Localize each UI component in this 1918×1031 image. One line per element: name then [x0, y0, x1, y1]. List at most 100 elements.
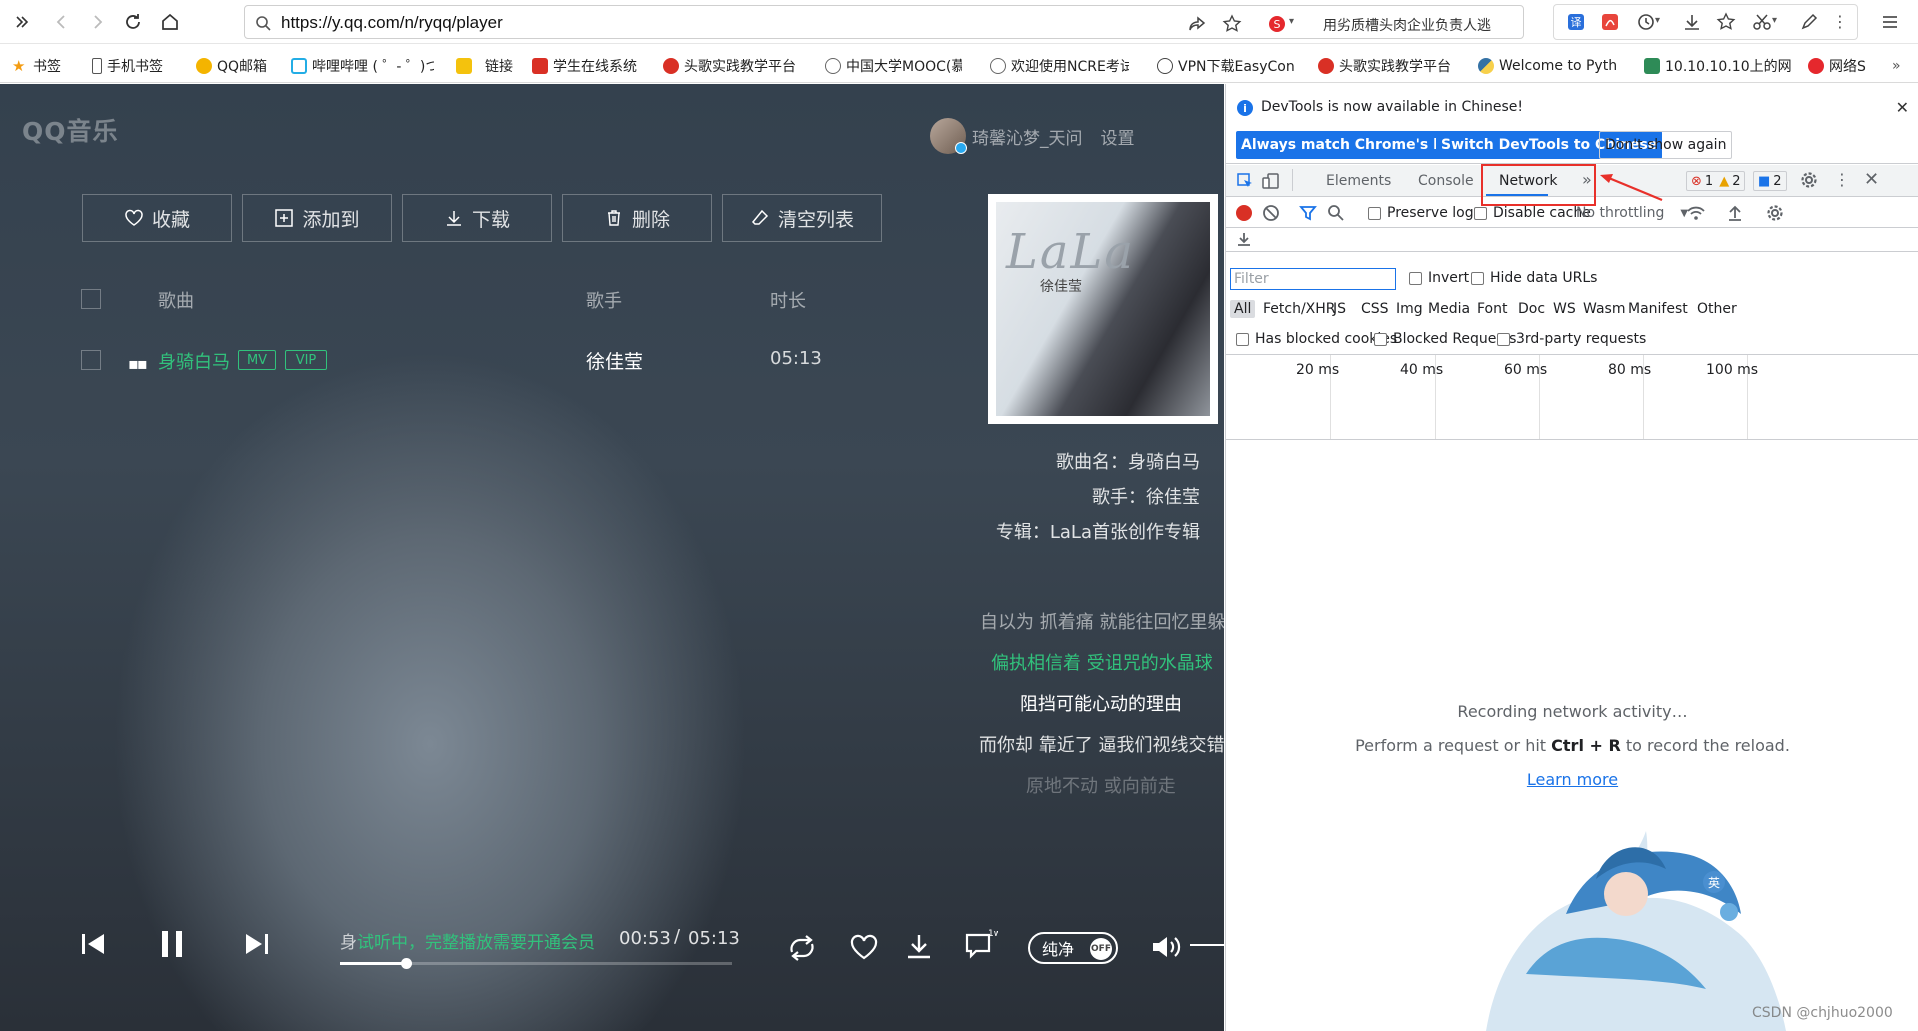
url-text[interactable]: https://y.qq.com/n/ryqq/player [281, 13, 503, 33]
download-song-icon[interactable] [905, 932, 933, 960]
download-button[interactable]: 下载 [402, 194, 552, 242]
pure-mode-toggle[interactable]: 纯净 OFF [1028, 932, 1118, 964]
type-filter-img[interactable]: Img [1392, 300, 1427, 318]
scissors-dropdown-icon[interactable]: ▾ [1772, 15, 1792, 35]
forward-icon[interactable] [85, 10, 109, 34]
more-vertical-icon[interactable]: ⋮ [1834, 170, 1850, 189]
qq-music-logo[interactable]: QQ音乐 [22, 112, 119, 148]
favorite-button[interactable]: 收藏 [82, 194, 232, 242]
dropdown-arrow-icon[interactable]: ▾ [1289, 16, 1309, 36]
sidebar-expand-icon[interactable] [10, 10, 34, 34]
type-filter-other[interactable]: Other [1693, 300, 1741, 318]
favorite-star-icon[interactable] [1222, 14, 1242, 34]
screenshot-scissors-icon[interactable] [1752, 12, 1772, 32]
back-icon[interactable] [50, 10, 74, 34]
collections-star-icon[interactable] [1716, 12, 1736, 32]
type-filter-ws[interactable]: WS [1549, 300, 1580, 318]
progress-handle[interactable] [401, 958, 413, 969]
like-heart-icon[interactable] [849, 934, 879, 960]
comment-icon[interactable]: 1w+ [964, 928, 998, 960]
album-cover[interactable]: LaLa 徐佳莹 [988, 194, 1218, 424]
type-filter-css[interactable]: CSS [1357, 300, 1393, 318]
bookmark-item[interactable]: Welcome to Pyth [1478, 57, 1617, 75]
has-blocked-cookies-checkbox[interactable]: Has blocked cookies [1236, 331, 1397, 347]
bookmarks-overflow-icon[interactable]: » [1892, 57, 1901, 75]
bookmark-item[interactable]: 10.10.10.10上的网 [1644, 57, 1791, 75]
bookmark-item[interactable]: VPN下载EasyCon [1157, 57, 1295, 75]
progress-bar[interactable] [340, 958, 732, 969]
tab-console[interactable]: Console [1418, 173, 1474, 189]
network-overview-timeline[interactable]: 20 ms 40 ms 60 ms 80 ms 100 ms [1226, 354, 1918, 440]
address-bar[interactable]: https://y.qq.com/n/ryqq/player S ▾ 用劣质槽头… [244, 5, 1524, 39]
search-engine-icon[interactable]: S [1267, 14, 1287, 34]
previous-track-icon[interactable] [80, 931, 106, 957]
type-filter-manifest[interactable]: Manifest [1624, 300, 1692, 318]
type-filter-js[interactable]: JS [1329, 300, 1350, 318]
loop-mode-icon[interactable] [786, 934, 818, 962]
reload-icon[interactable] [121, 10, 145, 34]
type-filter-wasm[interactable]: Wasm [1579, 300, 1629, 318]
filter-icon[interactable] [1299, 204, 1317, 222]
settings-gear-icon[interactable] [1800, 171, 1818, 189]
clear-icon[interactable] [1262, 204, 1280, 222]
type-filter-fetch-xhr[interactable]: Fetch/XHR [1259, 300, 1340, 318]
bookmark-item[interactable]: 哔哩哔哩 ( ゜- ゜)つ [291, 57, 434, 75]
record-icon[interactable] [1236, 205, 1252, 221]
messages-badge[interactable]: ■ 2 [1753, 171, 1787, 191]
dont-show-again-button[interactable]: Don't show again [1599, 131, 1733, 159]
bookmark-item[interactable]: QQ邮箱 [196, 57, 267, 75]
inspect-element-icon[interactable] [1236, 172, 1254, 190]
history-dropdown-icon[interactable]: ▾ [1655, 15, 1675, 35]
bookmark-item[interactable]: 头歌实践教学平台 [663, 57, 796, 75]
bookmark-item[interactable]: 链接 [456, 57, 513, 75]
import-har-icon[interactable] [1726, 204, 1744, 222]
device-toolbar-icon[interactable] [1262, 172, 1280, 190]
type-filter-media[interactable]: Media [1424, 300, 1474, 318]
bookmark-item[interactable]: 手机书签 [92, 57, 163, 75]
avatar[interactable] [930, 118, 967, 154]
song-checkbox[interactable] [81, 350, 101, 370]
news-ticker[interactable]: 用劣质槽头肉企业负责人逃 [1323, 15, 1523, 35]
more-vertical-icon[interactable]: ⋮ [1832, 12, 1852, 32]
menu-icon[interactable] [1878, 10, 1902, 34]
export-har-icon[interactable] [1236, 231, 1252, 247]
network-conditions-icon[interactable] [1686, 204, 1706, 222]
pause-icon[interactable] [160, 929, 186, 959]
song-name-link[interactable]: 身骑白马 [158, 348, 230, 374]
song-artist-link[interactable]: 徐佳莹 [586, 347, 643, 374]
invert-checkbox[interactable]: Invert [1409, 270, 1469, 286]
third-party-checkbox[interactable]: 3rd-party requests [1497, 331, 1646, 347]
type-filter-doc[interactable]: Doc [1514, 300, 1549, 318]
volume-icon[interactable] [1150, 934, 1182, 960]
tab-elements[interactable]: Elements [1326, 173, 1391, 189]
add-to-button[interactable]: 添加到 [242, 194, 392, 242]
issues-badge[interactable]: ⊗ 1 ▲ 2 [1686, 171, 1746, 191]
username[interactable]: 琦馨沁梦_天问 [972, 124, 1083, 149]
disable-cache-checkbox[interactable]: Disable cache [1474, 205, 1591, 221]
close-icon[interactable]: ✕ [1896, 98, 1909, 117]
type-filter-font[interactable]: Font [1473, 300, 1511, 318]
filter-input[interactable]: Filter [1230, 268, 1396, 290]
download-icon[interactable] [1682, 12, 1702, 32]
bookmark-item[interactable]: 中国大学MOOC(慕 [825, 57, 962, 75]
bookmark-item[interactable]: 网络S [1808, 57, 1866, 75]
clear-list-button[interactable]: 清空列表 [722, 194, 882, 242]
bookmark-item[interactable]: 头歌实践教学平台 [1318, 57, 1451, 75]
learn-more-link[interactable]: Learn more [1226, 770, 1918, 789]
bookmark-item[interactable]: 学生在线系统 [532, 57, 637, 75]
close-devtools-icon[interactable]: ✕ [1864, 169, 1879, 190]
preserve-log-checkbox[interactable]: Preserve log [1368, 205, 1474, 221]
type-filter-all[interactable]: All [1230, 300, 1256, 318]
network-settings-gear-icon[interactable] [1766, 204, 1784, 222]
next-track-icon[interactable] [244, 931, 270, 957]
settings-link[interactable]: 设置 [1101, 124, 1135, 149]
select-all-checkbox[interactable] [81, 289, 101, 309]
blocked-requests-checkbox[interactable]: Blocked Requests [1374, 331, 1516, 347]
share-icon[interactable] [1187, 14, 1207, 34]
throttling-select[interactable]: No throttling ▼ [1576, 205, 1688, 221]
search-icon[interactable] [1327, 204, 1345, 222]
delete-button[interactable]: 删除 [562, 194, 712, 242]
pdf-icon[interactable] [1600, 12, 1620, 32]
home-icon[interactable] [158, 10, 182, 34]
pen-icon[interactable] [1799, 12, 1819, 32]
